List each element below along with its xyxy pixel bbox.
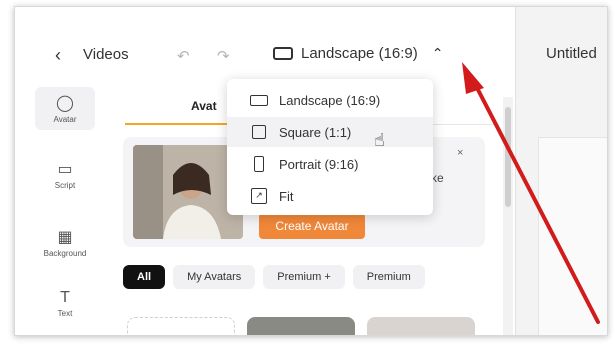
back-arrow-icon[interactable]: ‹ (55, 45, 61, 66)
left-rail: ◯ Avatar ▭ Script ▦ Background T Text (15, 79, 115, 335)
back-label[interactable]: Videos (83, 46, 129, 63)
preview-panel: Untitled (515, 7, 607, 335)
rail-item-label: Script (54, 181, 76, 190)
landscape-icon (250, 94, 268, 106)
redo-icon[interactable]: ↷ (217, 47, 230, 65)
scrollbar-thumb[interactable] (505, 107, 511, 207)
app-window: ‹ Videos ↶ ↷ Landscape (16:9) ⌃ Untitled… (14, 6, 608, 336)
avatar-grid (123, 317, 503, 335)
filter-chip-all[interactable]: All (123, 265, 166, 289)
landscape-icon (273, 47, 293, 60)
avatar-thumbnail[interactable] (247, 317, 355, 335)
chevron-up-icon: ⌃ (431, 45, 444, 61)
chat-bubble-icon: ▭ (57, 161, 73, 178)
rail-item-label: Avatar (53, 115, 77, 124)
text-icon: T (60, 289, 70, 306)
menu-item-label: Landscape (16:9) (279, 92, 381, 108)
menu-item-landscape[interactable]: Landscape (16:9) (227, 85, 433, 115)
rail-item-label: Background (43, 249, 87, 258)
rail-item-label: Text (57, 309, 73, 318)
undo-icon[interactable]: ↶ (177, 47, 190, 65)
rail-item-script[interactable]: ▭ Script (35, 159, 95, 190)
square-icon (252, 125, 266, 139)
project-title[interactable]: Untitled (546, 45, 597, 62)
menu-item-square[interactable]: Square (1:1) (227, 117, 433, 147)
aspect-ratio-dropdown: Landscape (16:9) Square (1:1) Portrait (… (227, 79, 433, 215)
rail-item-text[interactable]: T Text (35, 289, 95, 318)
close-icon[interactable]: × (457, 147, 463, 159)
pattern-icon: ▦ (57, 229, 73, 246)
preview-canvas (538, 137, 607, 335)
menu-item-fit[interactable]: ↗ Fit (227, 181, 433, 211)
filter-chip-premium-plus[interactable]: Premium + (263, 265, 345, 289)
avatar-thumbnail[interactable] (127, 317, 235, 335)
menu-item-label: Portrait (9:16) (279, 156, 359, 172)
create-avatar-button[interactable]: Create Avatar (259, 213, 365, 239)
scrollbar[interactable] (503, 97, 513, 335)
menu-item-portrait[interactable]: Portrait (9:16) (227, 149, 433, 179)
aspect-ratio-label: Landscape (16:9) (301, 45, 418, 62)
filter-chip-premium[interactable]: Premium (352, 265, 425, 289)
person-icon: ◯ (56, 95, 74, 112)
top-bar: ‹ Videos ↶ ↷ Landscape (16:9) ⌃ (15, 7, 515, 79)
avatar-thumbnail[interactable] (367, 317, 475, 335)
filter-bar: All My Avatars Premium + Premium (123, 265, 503, 291)
menu-item-label: Fit (279, 188, 294, 204)
tab-avatar[interactable]: Avat (191, 99, 217, 113)
rail-item-avatar[interactable]: ◯ Avatar (35, 87, 95, 130)
portrait-icon (254, 156, 264, 172)
hand-cursor-icon: ☝ (374, 130, 385, 150)
rail-item-background[interactable]: ▦ Background (35, 227, 95, 258)
fit-icon: ↗ (251, 188, 267, 204)
aspect-ratio-selector[interactable]: Landscape (16:9) ⌃ (273, 45, 443, 62)
menu-item-label: Square (1:1) (279, 124, 352, 140)
filter-chip-my-avatars[interactable]: My Avatars (173, 265, 256, 289)
